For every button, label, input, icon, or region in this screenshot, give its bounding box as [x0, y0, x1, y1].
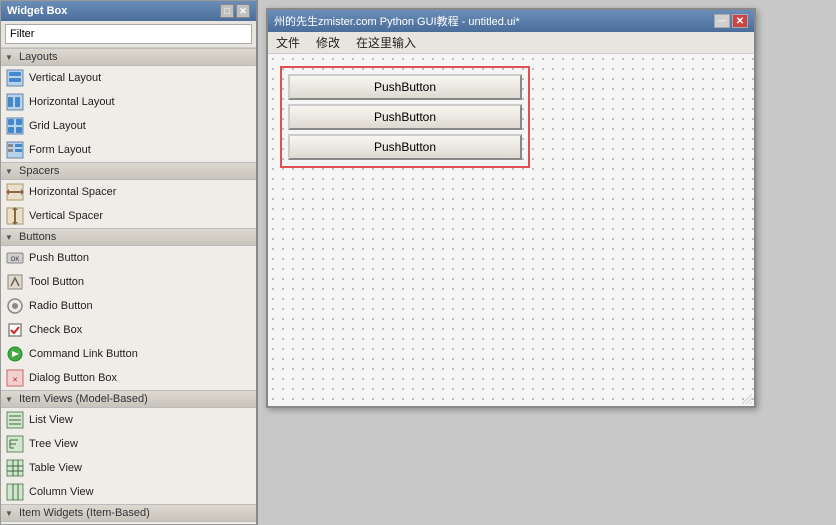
- sidebar-item-radio-button[interactable]: Radio Button: [1, 294, 256, 318]
- section-item-views-label: Item Views (Model-Based): [19, 393, 148, 405]
- radio-button-icon: [5, 296, 25, 316]
- main-area: 州的先生zmister.com Python GUI教程 - untitled.…: [258, 0, 836, 525]
- radio-button-label: Radio Button: [29, 300, 93, 312]
- section-layouts-label: Layouts: [19, 51, 58, 63]
- sidebar-item-table-view[interactable]: Table View: [1, 456, 256, 480]
- menu-edit[interactable]: 修改: [312, 33, 344, 52]
- sidebar-item-horizontal-layout[interactable]: Horizontal Layout: [1, 90, 256, 114]
- column-view-label: Column View: [29, 486, 94, 498]
- sidebar-item-dialog-button-box[interactable]: ✕ Dialog Button Box: [1, 366, 256, 390]
- table-view-icon: [5, 458, 25, 478]
- designer-minimize-button[interactable]: ─: [714, 14, 730, 28]
- push-button-1[interactable]: PushButton: [288, 74, 522, 100]
- section-item-widgets-label: Item Widgets (Item-Based): [19, 507, 150, 519]
- sidebar-item-command-link-button[interactable]: Command Link Button: [1, 342, 256, 366]
- sidebar-item-vertical-spacer[interactable]: Vertical Spacer: [1, 204, 256, 228]
- filter-row: [1, 21, 256, 48]
- form-container: PushButton PushButton PushButton: [280, 66, 530, 168]
- vertical-spacer-icon: [5, 206, 25, 226]
- widget-box: Widget Box □ ✕ Layouts Vertical Layout H…: [0, 0, 258, 525]
- designer-titlebar: 州的先生zmister.com Python GUI教程 - untitled.…: [268, 10, 754, 32]
- section-spacers-label: Spacers: [19, 165, 59, 177]
- sidebar-item-form-layout[interactable]: Form Layout: [1, 138, 256, 162]
- vertical-spacer-label: Vertical Spacer: [29, 210, 103, 222]
- list-view-label: List View: [29, 414, 73, 426]
- tool-button-icon: [5, 272, 25, 292]
- list-view-icon: [5, 410, 25, 430]
- vertical-layout-label: Vertical Layout: [29, 72, 101, 84]
- svg-text:✕: ✕: [12, 377, 18, 384]
- sidebar-item-tool-button[interactable]: Tool Button: [1, 270, 256, 294]
- grid-layout-icon: [5, 116, 25, 136]
- sidebar-item-check-box[interactable]: Check Box: [1, 318, 256, 342]
- horizontal-spacer-icon: [5, 182, 25, 202]
- horizontal-layout-label: Horizontal Layout: [29, 96, 115, 108]
- push-button-label: Push Button: [29, 252, 89, 264]
- widget-box-titlebar: Widget Box □ ✕: [1, 1, 256, 21]
- horizontal-layout-icon: [5, 92, 25, 112]
- svg-text:OK: OK: [11, 257, 20, 263]
- column-view-icon: [5, 482, 25, 502]
- designer-menubar: 文件 修改 在这里输入: [268, 32, 754, 54]
- sidebar-item-horizontal-spacer[interactable]: Horizontal Spacer: [1, 180, 256, 204]
- vertical-layout-icon: [5, 68, 25, 88]
- sidebar-item-vertical-layout[interactable]: Vertical Layout: [1, 66, 256, 90]
- designer-window-buttons: ─ ✕: [714, 14, 748, 28]
- check-box-icon: [5, 320, 25, 340]
- section-item-widgets[interactable]: Item Widgets (Item-Based): [1, 504, 256, 522]
- designer-window-title: 州的先生zmister.com Python GUI教程 - untitled.…: [274, 13, 520, 29]
- section-buttons[interactable]: Buttons: [1, 228, 256, 246]
- menu-file[interactable]: 文件: [272, 33, 304, 52]
- section-item-views[interactable]: Item Views (Model-Based): [1, 390, 256, 408]
- push-button-3[interactable]: PushButton: [288, 134, 522, 160]
- form-layout-icon: [5, 140, 25, 160]
- section-spacers[interactable]: Spacers: [1, 162, 256, 180]
- filter-input[interactable]: [5, 24, 252, 44]
- sidebar-item-push-button[interactable]: OK Push Button: [1, 246, 256, 270]
- section-buttons-label: Buttons: [19, 231, 56, 243]
- widget-box-title: Widget Box: [7, 5, 67, 17]
- horizontal-spacer-label: Horizontal Spacer: [29, 186, 116, 198]
- widget-list: Layouts Vertical Layout Horizontal Layou…: [1, 48, 256, 524]
- tool-button-label: Tool Button: [29, 276, 84, 288]
- sidebar-item-tree-view[interactable]: Tree View: [1, 432, 256, 456]
- command-link-button-icon: [5, 344, 25, 364]
- tree-view-icon: [5, 434, 25, 454]
- section-layouts[interactable]: Layouts: [1, 48, 256, 66]
- menu-input-here[interactable]: 在这里输入: [352, 33, 420, 52]
- push-button-2[interactable]: PushButton: [288, 104, 522, 130]
- restore-button[interactable]: □: [220, 4, 234, 18]
- titlebar-buttons: □ ✕: [220, 4, 250, 18]
- grid-layout-label: Grid Layout: [29, 120, 86, 132]
- designer-close-button[interactable]: ✕: [732, 14, 748, 28]
- dialog-button-box-icon: ✕: [5, 368, 25, 388]
- sidebar-item-list-view[interactable]: List View: [1, 408, 256, 432]
- push-button-icon: OK: [5, 248, 25, 268]
- check-box-label: Check Box: [29, 324, 82, 336]
- form-layout-label: Form Layout: [29, 144, 91, 156]
- designer-canvas[interactable]: PushButton PushButton PushButton: [268, 54, 754, 406]
- dialog-button-box-label: Dialog Button Box: [29, 372, 117, 384]
- close-button[interactable]: ✕: [236, 4, 250, 18]
- resize-handle-icon[interactable]: [742, 394, 752, 404]
- designer-window: 州的先生zmister.com Python GUI教程 - untitled.…: [266, 8, 756, 408]
- sidebar-item-column-view[interactable]: Column View: [1, 480, 256, 504]
- sidebar-item-grid-layout[interactable]: Grid Layout: [1, 114, 256, 138]
- command-link-button-label: Command Link Button: [29, 348, 138, 360]
- tree-view-label: Tree View: [29, 438, 78, 450]
- table-view-label: Table View: [29, 462, 82, 474]
